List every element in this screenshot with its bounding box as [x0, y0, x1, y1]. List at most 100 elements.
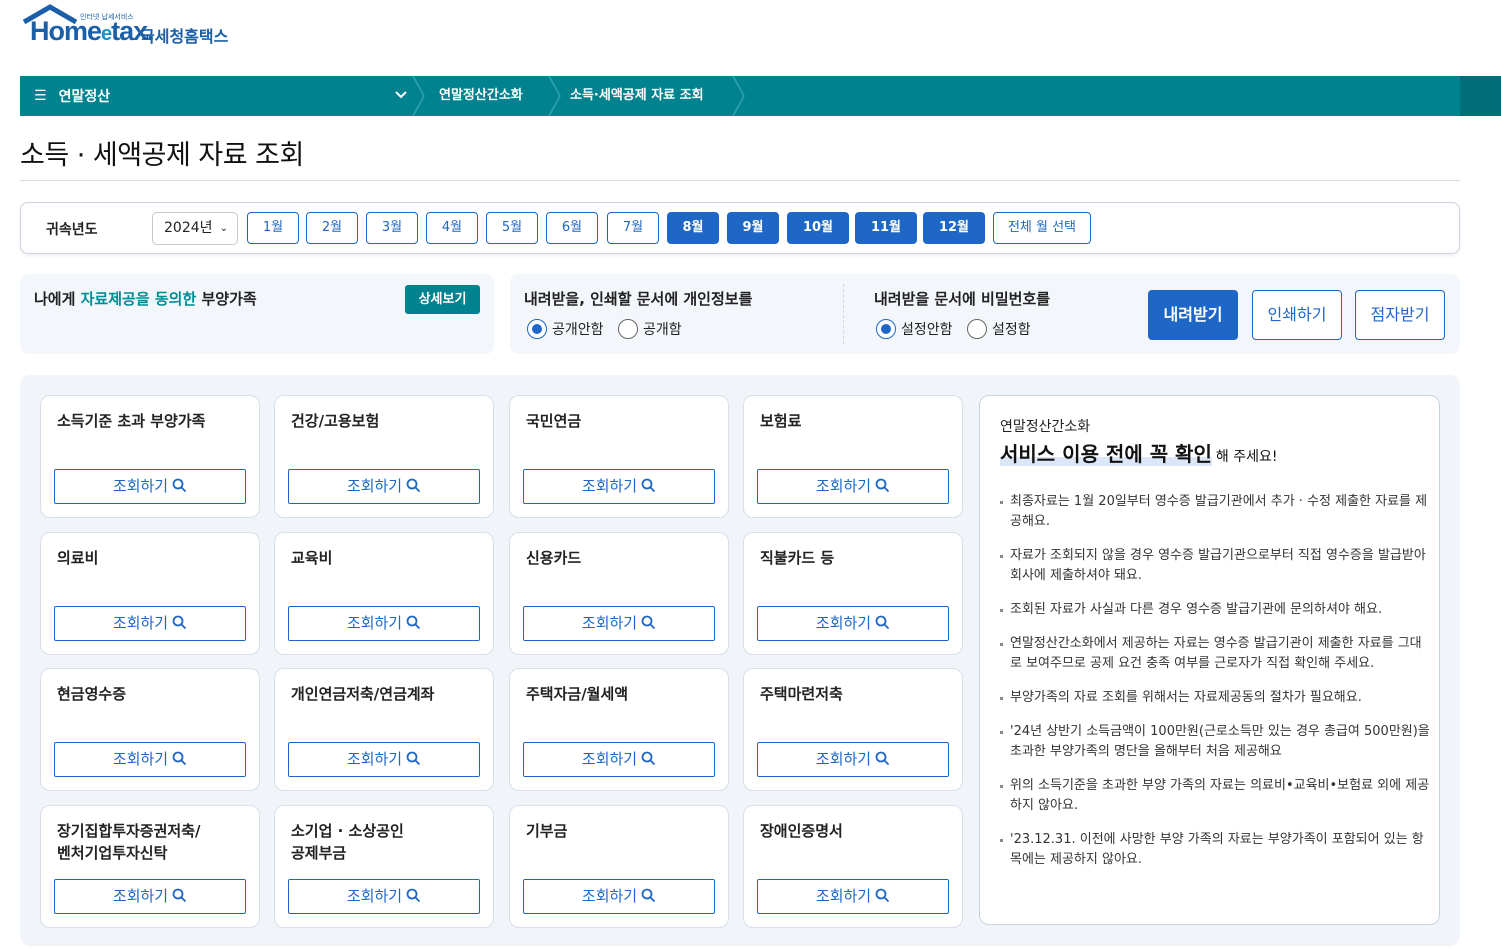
month-button[interactable]: 8월: [667, 212, 719, 244]
query-button[interactable]: 조회하기: [288, 742, 480, 777]
deduction-card: 직불카드 등조회하기: [743, 532, 963, 655]
query-button[interactable]: 조회하기: [757, 879, 949, 914]
password-option-title: 내려받을 문서에 비밀번호를: [874, 290, 1051, 308]
search-icon: [406, 615, 421, 630]
download-button[interactable]: 내려받기: [1148, 290, 1238, 340]
query-button[interactable]: 조회하기: [54, 469, 246, 504]
deduction-card-title: 의료비: [57, 549, 99, 567]
search-icon: [875, 751, 890, 766]
month-button[interactable]: 3월: [366, 212, 418, 244]
deduction-card-title: 국민연금: [526, 412, 582, 430]
search-icon: [875, 615, 890, 630]
breadcrumb-item-current[interactable]: 소득·세액공제 자료 조회: [570, 76, 704, 116]
breadcrumb-separator-icon: [548, 76, 561, 116]
detail-button[interactable]: 상세보기: [405, 285, 480, 314]
query-button[interactable]: 조회하기: [288, 879, 480, 914]
deduction-card: 신용카드 조회하기: [509, 532, 729, 655]
deduction-card: 국민연금조회하기: [509, 395, 729, 518]
month-button[interactable]: 11월: [855, 212, 917, 244]
nav-menu-toggle[interactable]: ☰ 연말정산: [34, 76, 110, 116]
query-button[interactable]: 조회하기: [523, 469, 715, 504]
query-button[interactable]: 조회하기: [54, 742, 246, 777]
nav-right-block: [1460, 76, 1501, 116]
notice-item: 자료가 조회되지 않을 경우 영수증 발급기관으로부터 직접 영수증을 발급받아…: [1000, 546, 1430, 586]
year-select[interactable]: 2024년 ⌄: [152, 212, 238, 245]
deduction-card-title: 교육비: [291, 549, 333, 567]
query-button[interactable]: 조회하기: [523, 742, 715, 777]
document-options-panel: 내려받을, 인쇄할 문서에 개인정보를 공개안함 공개함 내려받을 문서에 비밀…: [510, 274, 1460, 354]
deduction-card-title: 소기업 · 소상공인 공제부금: [291, 822, 404, 862]
notice-item: 연말정산간소화에서 제공하는 자료는 영수증 발급기관이 제출한 자료를 그대로…: [1000, 634, 1430, 674]
notice-title: 서비스 이용 전에 꼭 확인 해 주세요!: [1000, 442, 1278, 466]
query-button[interactable]: 조회하기: [523, 606, 715, 641]
query-button[interactable]: 조회하기: [54, 879, 246, 914]
chevron-down-icon[interactable]: [394, 88, 408, 102]
deduction-card: 의료비조회하기: [40, 532, 260, 655]
deduction-card-title: 개인연금저축/연금계좌: [291, 685, 435, 703]
deduction-card-title: 직불카드 등: [760, 549, 835, 567]
deduction-card: 장애인증명서조회하기: [743, 805, 963, 928]
deduction-card: 소기업 · 소상공인 공제부금조회하기: [274, 805, 494, 928]
search-icon: [406, 751, 421, 766]
query-button[interactable]: 조회하기: [54, 606, 246, 641]
notice-list: 최종자료는 1월 20일부터 영수증 발급기관에서 추가 · 수정 제출한 자료…: [1000, 492, 1430, 884]
notice-item: '23.12.31. 이전에 사망한 부양 가족의 자료는 부양가족이 포함되어…: [1000, 830, 1430, 870]
breadcrumb-item-simplified[interactable]: 연말정산간소화: [439, 76, 523, 116]
month-button[interactable]: 10월: [787, 212, 849, 244]
month-button[interactable]: 6월: [546, 212, 598, 244]
deduction-card-title: 소득기준 초과 부양가족: [57, 412, 206, 430]
hometax-logo[interactable]: 인터넷 납세서비스 Homeetax. 국세청홈택스: [22, 4, 252, 54]
query-button[interactable]: 조회하기: [757, 469, 949, 504]
page-title: 소득 · 세액공제 자료 조회: [20, 140, 304, 171]
breadcrumb-separator-icon: [412, 76, 425, 116]
deduction-card-title: 장애인증명서: [760, 822, 843, 840]
password-off-radio[interactable]: 설정안함: [876, 319, 953, 339]
notice-item: 위의 소득기준을 초과한 부양 가족의 자료는 의료비•교육비•보험료 외에 제…: [1000, 776, 1430, 816]
deduction-card-title: 장기집합투자증권저축/벤처기업투자신탁: [57, 822, 201, 862]
nav-menu-label: 연말정산: [58, 89, 111, 105]
braille-button[interactable]: 점자받기: [1355, 290, 1445, 340]
password-on-radio[interactable]: 설정함: [967, 319, 1031, 339]
month-button[interactable]: 9월: [727, 212, 779, 244]
privacy-hide-radio[interactable]: 공개안함: [527, 319, 604, 339]
query-button[interactable]: 조회하기: [757, 606, 949, 641]
search-icon: [641, 888, 656, 903]
query-button[interactable]: 조회하기: [288, 606, 480, 641]
notice-item: 최종자료는 1월 20일부터 영수증 발급기관에서 추가 · 수정 제출한 자료…: [1000, 492, 1430, 532]
deduction-card-title: 건강/고용보험: [291, 412, 380, 430]
month-button[interactable]: 2월: [306, 212, 358, 244]
search-icon: [875, 478, 890, 493]
notice-panel: 연말정산간소화 서비스 이용 전에 꼭 확인 해 주세요! 최종자료는 1월 20…: [979, 395, 1440, 925]
search-icon: [641, 751, 656, 766]
deduction-card: 개인연금저축/연금계좌조회하기: [274, 668, 494, 791]
deduction-card: 현금영수증 조회하기: [40, 668, 260, 791]
print-button[interactable]: 인쇄하기: [1252, 290, 1342, 340]
privacy-show-radio[interactable]: 공개함: [618, 319, 682, 339]
search-icon: [641, 478, 656, 493]
hamburger-icon: ☰: [34, 88, 47, 104]
month-button[interactable]: 7월: [607, 212, 659, 244]
consent-panel: 나에게 자료제공을 동의한 부양가족 상세보기: [20, 274, 494, 354]
deduction-card-title: 보험료: [760, 412, 802, 430]
logo-wordmark: Homeetax.: [30, 16, 155, 46]
search-icon: [406, 478, 421, 493]
month-button[interactable]: 4월: [426, 212, 478, 244]
deduction-card-title: 기부금: [526, 822, 568, 840]
deduction-card: 주택마련저축조회하기: [743, 668, 963, 791]
all-months-button[interactable]: 전체 월 선택: [993, 212, 1091, 244]
deduction-card-title: 주택자금/월세액: [526, 685, 629, 703]
query-button[interactable]: 조회하기: [288, 469, 480, 504]
consent-text: 나에게 자료제공을 동의한 부양가족: [34, 290, 257, 308]
search-icon: [641, 615, 656, 630]
month-button[interactable]: 1월: [247, 212, 299, 244]
query-button[interactable]: 조회하기: [757, 742, 949, 777]
query-button[interactable]: 조회하기: [523, 879, 715, 914]
notice-item: 부양가족의 자료 조회를 위해서는 자료제공동의 절차가 필요해요.: [1000, 688, 1430, 708]
search-icon: [172, 615, 187, 630]
title-divider: [20, 180, 1460, 181]
search-icon: [875, 888, 890, 903]
month-button[interactable]: 12월: [923, 212, 985, 244]
month-button[interactable]: 5월: [486, 212, 538, 244]
deduction-card-title: 주택마련저축: [760, 685, 843, 703]
options-divider: [843, 284, 844, 344]
